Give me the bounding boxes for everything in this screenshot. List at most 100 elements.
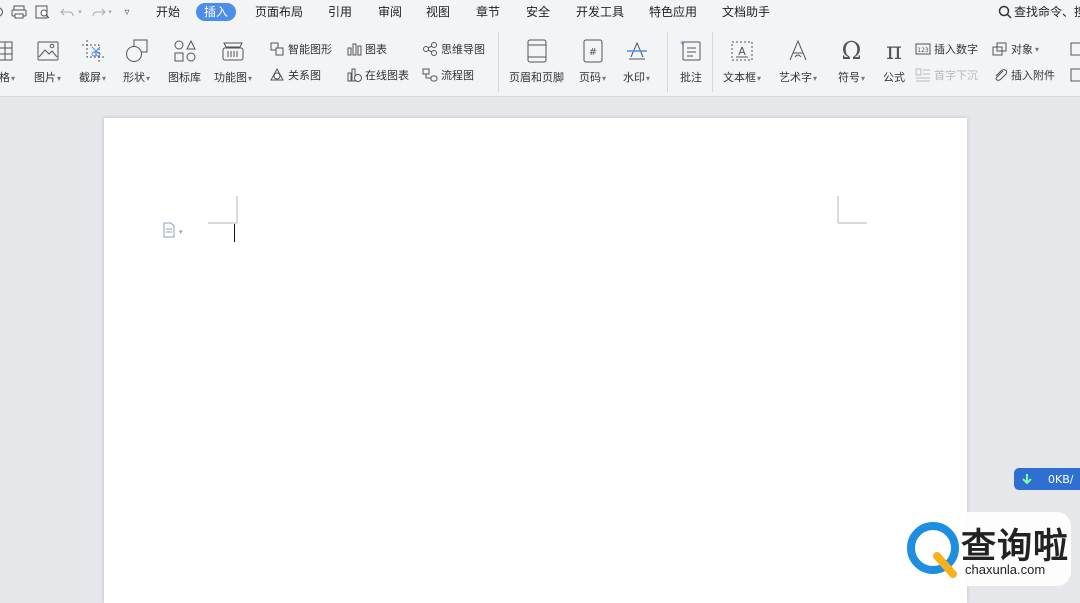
insert-number-icon: 123	[915, 41, 931, 57]
object-icon	[992, 41, 1008, 57]
svg-text:*: *	[680, 40, 685, 50]
chart-button[interactable]: 图表	[346, 40, 387, 58]
wordart-icon	[785, 38, 811, 64]
tab-references[interactable]: 引用	[326, 3, 354, 21]
tab-home[interactable]: 开始	[154, 3, 182, 21]
comment-icon: *	[678, 38, 704, 64]
mindmap-button[interactable]: 思维导图	[422, 40, 485, 58]
picture-button[interactable]: 图片▾	[34, 38, 61, 85]
search-icon	[998, 5, 1012, 19]
shape-icon	[124, 38, 150, 64]
textbox-icon: A	[729, 38, 755, 64]
paragraph-layout-icon	[162, 222, 176, 242]
flowchart-label: 流程图	[441, 69, 474, 82]
online-chart-button[interactable]: 在线图表	[346, 66, 409, 84]
customize-quick-access-icon[interactable]: ▿	[120, 3, 134, 21]
function-chart-button[interactable]: 功能图▾	[214, 38, 252, 85]
textbox-button[interactable]: A 文本框▾	[723, 38, 761, 85]
tab-special-apps[interactable]: 特色应用	[647, 3, 699, 21]
tab-view[interactable]: 视图	[424, 3, 452, 21]
attachment-button[interactable]: 插入附件	[992, 66, 1055, 84]
document-page[interactable]: ▾	[104, 118, 967, 603]
logo-url: chaxunla.com	[965, 562, 1046, 577]
menu-bar: ▾ ▾ ▿ 开始 插入 页面布局 引用 审阅 视图 章节 安全 开发工具 特色应…	[0, 0, 1080, 24]
arrow-down-icon	[1022, 473, 1032, 485]
relation-chart-icon	[269, 67, 285, 83]
relation-chart-button[interactable]: 关系图	[269, 66, 321, 84]
screenshot-icon	[80, 38, 106, 64]
table-icon	[0, 38, 15, 64]
network-speed-widget[interactable]: 0KB/	[1014, 468, 1080, 490]
command-search-label: 查找命令、搜	[1014, 5, 1080, 19]
ribbon-insert: 表格▾ 图片▾ 截屏▾ 形状▾ 图标库 功能图▾ 智能图形	[0, 24, 1080, 97]
svg-text:123: 123	[917, 47, 929, 54]
screenshot-button[interactable]: 截屏▾	[79, 38, 106, 85]
header-footer-button[interactable]: 页眉和页脚	[509, 38, 564, 85]
svg-text:A: A	[738, 45, 746, 58]
relation-chart-label: 关系图	[288, 69, 321, 82]
smart-shape-button[interactable]: 智能图形	[269, 40, 332, 58]
redo-dropdown-icon[interactable]: ▾	[106, 3, 114, 21]
more-icon-partial-2[interactable]	[1068, 66, 1080, 84]
page-number-icon: #	[580, 38, 606, 64]
header-footer-icon	[524, 38, 550, 64]
watermark-icon	[624, 38, 650, 64]
smart-shape-label: 智能图形	[288, 43, 332, 56]
drop-cap-button[interactable]: 首字下沉	[915, 66, 978, 84]
paragraph-layout-tool[interactable]: ▾	[162, 222, 183, 242]
print-preview-icon[interactable]	[34, 3, 52, 21]
mindmap-label: 思维导图	[441, 43, 485, 56]
wordart-label: 艺术字	[779, 71, 812, 84]
drop-cap-label: 首字下沉	[934, 69, 978, 82]
undo-icon[interactable]	[60, 3, 74, 21]
icon-library-icon	[172, 38, 198, 64]
icon-library-button[interactable]: 图标库	[168, 38, 201, 85]
attachment-label: 插入附件	[1011, 69, 1055, 82]
picture-icon	[35, 38, 61, 64]
tab-page-layout[interactable]: 页面布局	[253, 3, 305, 21]
header-footer-label: 页眉和页脚	[509, 71, 564, 84]
chaxunla-logo: 查询啦 chaxunla.com	[901, 512, 1071, 586]
flowchart-icon	[422, 67, 438, 83]
chevron-down-icon: ▾	[179, 228, 183, 236]
drop-cap-icon	[915, 67, 931, 83]
insert-number-button[interactable]: 123 插入数字	[915, 40, 978, 58]
pi-formula-icon: π	[886, 37, 902, 65]
tab-review[interactable]: 审阅	[376, 3, 404, 21]
undo-dropdown-icon[interactable]: ▾	[76, 3, 84, 21]
comment-label: 批注	[680, 71, 702, 84]
screenshot-label: 截屏	[79, 71, 101, 84]
object-button[interactable]: 对象 ▾	[992, 40, 1039, 58]
paperclip-icon	[992, 67, 1008, 83]
tab-security[interactable]: 安全	[524, 3, 552, 21]
wordart-button[interactable]: 艺术字▾	[779, 38, 817, 85]
watermark-label: 水印	[623, 71, 645, 84]
tab-doc-assistant[interactable]: 文档助手	[720, 3, 772, 21]
tab-section[interactable]: 章节	[474, 3, 502, 21]
flowchart-button[interactable]: 流程图	[422, 66, 474, 84]
tab-insert[interactable]: 插入	[196, 3, 237, 21]
insert-number-label: 插入数字	[934, 43, 978, 56]
text-cursor	[234, 224, 235, 242]
function-chart-label: 功能图	[214, 71, 247, 84]
chart-icon	[346, 41, 362, 57]
print-icon[interactable]	[10, 3, 28, 21]
more-icon-partial[interactable]	[1068, 40, 1080, 58]
page-number-button[interactable]: # 页码▾	[579, 38, 606, 85]
watermark-button[interactable]: 水印▾	[623, 38, 650, 85]
smart-shape-icon	[269, 41, 285, 57]
shape-button[interactable]: 形状▾	[123, 38, 150, 85]
formula-button[interactable]: π 公式	[881, 37, 907, 85]
online-chart-label: 在线图表	[365, 69, 409, 82]
function-chart-icon	[220, 38, 246, 64]
comment-button[interactable]: * 批注	[678, 38, 704, 85]
redo-icon[interactable]	[92, 3, 106, 21]
symbol-button[interactable]: Ω 符号▾	[838, 37, 865, 85]
tab-developer[interactable]: 开发工具	[574, 3, 626, 21]
command-search[interactable]: 查找命令、搜	[998, 3, 1080, 21]
table-label: 表格	[0, 71, 10, 84]
ribbon-separator	[498, 32, 499, 92]
table-button[interactable]: 表格▾	[0, 38, 15, 85]
quick-access-partial-icon[interactable]	[0, 3, 6, 21]
margin-corner-top-right	[837, 196, 867, 224]
